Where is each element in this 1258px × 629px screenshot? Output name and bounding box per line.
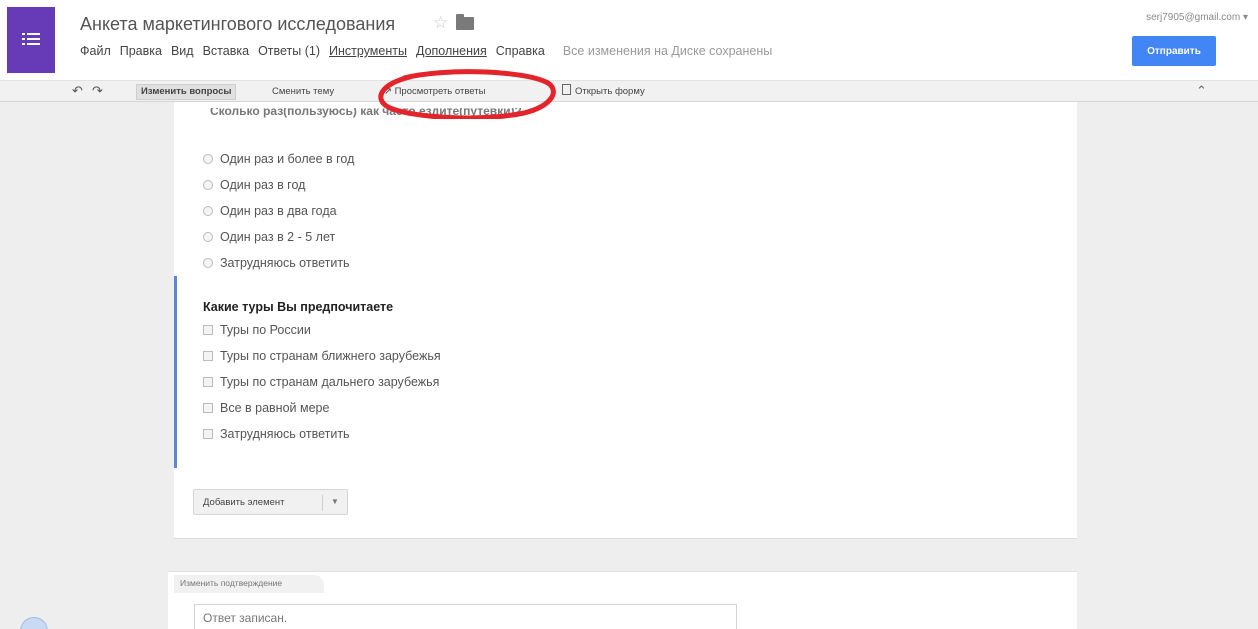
radio-option[interactable]: Затрудняюсь ответить bbox=[203, 255, 350, 271]
checkbox-icon[interactable] bbox=[203, 325, 213, 335]
checkbox-option[interactable]: Все в равной мере bbox=[203, 400, 329, 416]
chevron-down-icon[interactable]: ▼ bbox=[331, 497, 339, 506]
checkbox-icon[interactable] bbox=[203, 403, 213, 413]
undo-icon[interactable]: ↶ bbox=[72, 83, 83, 99]
selected-question-accent bbox=[174, 276, 177, 468]
folder-icon[interactable] bbox=[456, 14, 474, 30]
save-status: Все изменения на Диске сохранены bbox=[562, 44, 773, 58]
menu-insert[interactable]: Вставка bbox=[203, 44, 249, 62]
checkbox-icon[interactable] bbox=[203, 351, 213, 361]
top-bar: Анкета маркетингового исследования ☆ Фай… bbox=[0, 0, 1258, 80]
forms-app-icon[interactable] bbox=[7, 7, 55, 73]
document-title[interactable]: Анкета маркетингового исследования bbox=[80, 14, 395, 35]
checkbox-option[interactable]: Туры по России bbox=[203, 322, 311, 338]
checkbox-option[interactable]: Затрудняюсь ответить bbox=[203, 426, 350, 442]
radio-icon[interactable] bbox=[203, 206, 213, 216]
redo-icon[interactable]: ↷ bbox=[92, 83, 103, 99]
menu-file[interactable]: Файл bbox=[80, 44, 111, 62]
help-icon[interactable] bbox=[20, 617, 48, 629]
menu-addons[interactable]: Дополнения bbox=[416, 44, 487, 62]
divider bbox=[322, 495, 323, 511]
option-label: Один раз в год bbox=[220, 178, 306, 192]
question-title[interactable]: Какие туры Вы предпочитаете bbox=[203, 300, 393, 314]
open-form-button[interactable]: Открыть форму bbox=[558, 84, 649, 100]
option-label: Затрудняюсь ответить bbox=[220, 256, 350, 270]
radio-option[interactable]: Один раз в год bbox=[203, 177, 305, 193]
menu-bar: Файл Правка Вид Вставка Ответы (1) Инстр… bbox=[80, 44, 772, 62]
option-label: Один раз в два года bbox=[220, 204, 337, 218]
option-label: Затрудняюсь ответить bbox=[220, 427, 350, 441]
confirmation-tab[interactable]: Изменить подтверждение bbox=[174, 575, 324, 593]
option-label: Все в равной мере bbox=[220, 401, 330, 415]
toolbar: ↶ ↷ Изменить вопросы Сменить тему ↗ Прос… bbox=[0, 80, 1258, 102]
collapse-icon[interactable]: ⌃ bbox=[1196, 83, 1207, 99]
form-card bbox=[174, 102, 1077, 539]
menu-edit[interactable]: Правка bbox=[120, 44, 162, 62]
menu-tools[interactable]: Инструменты bbox=[329, 44, 407, 62]
radio-option[interactable]: Один раз в 2 - 5 лет bbox=[203, 229, 335, 245]
add-element-label: Добавить элемент bbox=[203, 497, 285, 508]
account-menu[interactable]: serj7905@gmail.com ▾ bbox=[1146, 12, 1248, 23]
confirmation-message-input[interactable]: Ответ записан. bbox=[194, 604, 737, 629]
edit-questions-button[interactable]: Изменить вопросы bbox=[136, 84, 237, 100]
checkbox-icon[interactable] bbox=[203, 377, 213, 387]
checkbox-option[interactable]: Туры по странам дальнего зарубежья bbox=[203, 374, 439, 390]
view-responses-button[interactable]: ↗ Просмотреть ответы bbox=[380, 84, 489, 100]
menu-view[interactable]: Вид bbox=[171, 44, 194, 62]
option-label: Туры по России bbox=[220, 323, 311, 337]
star-icon[interactable]: ☆ bbox=[433, 13, 448, 33]
option-label: Туры по странам дальнего зарубежья bbox=[220, 375, 440, 389]
checkbox-icon[interactable] bbox=[203, 429, 213, 439]
checkbox-option[interactable]: Туры по странам ближнего зарубежья bbox=[203, 348, 441, 364]
radio-icon[interactable] bbox=[203, 180, 213, 190]
radio-option[interactable]: Один раз в два года bbox=[203, 203, 337, 219]
option-label: Один раз и более в год bbox=[220, 152, 355, 166]
radio-icon[interactable] bbox=[203, 258, 213, 268]
menu-responses[interactable]: Ответы (1) bbox=[258, 44, 320, 62]
menu-help[interactable]: Справка bbox=[496, 44, 545, 62]
radio-icon[interactable] bbox=[203, 232, 213, 242]
change-theme-button[interactable]: Сменить тему bbox=[268, 84, 338, 100]
option-label: Туры по странам ближнего зарубежья bbox=[220, 349, 441, 363]
radio-icon[interactable] bbox=[203, 154, 213, 164]
send-button[interactable]: Отправить bbox=[1132, 36, 1216, 66]
add-element-button[interactable]: Добавить элемент ▼ bbox=[193, 489, 348, 515]
option-label: Один раз в 2 - 5 лет bbox=[220, 230, 336, 244]
list-icon bbox=[22, 33, 40, 45]
radio-option[interactable]: Один раз и более в год bbox=[203, 151, 354, 167]
